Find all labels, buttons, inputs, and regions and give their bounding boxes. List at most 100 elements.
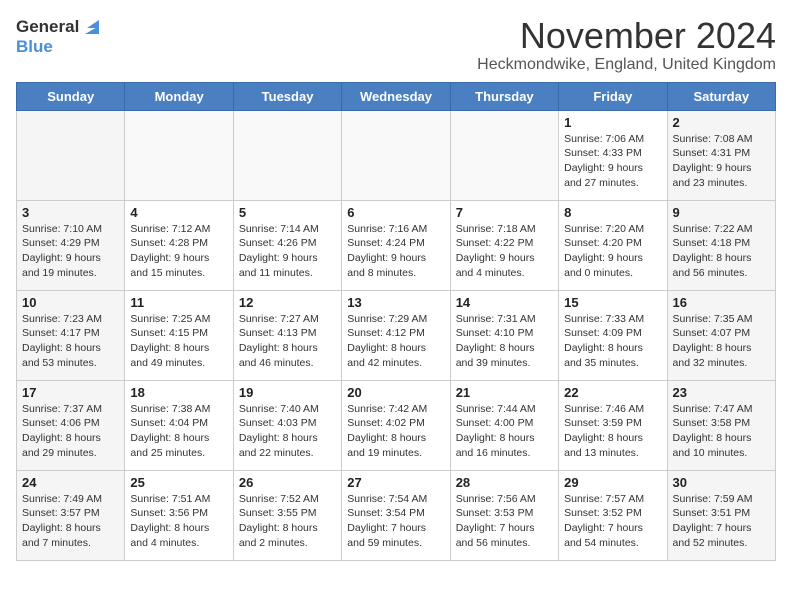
day-info: Sunrise: 7:16 AM Sunset: 4:24 PM Dayligh… <box>347 222 444 281</box>
calendar-cell: 19Sunrise: 7:40 AM Sunset: 4:03 PM Dayli… <box>233 380 341 470</box>
logo: General Blue <box>16 16 103 57</box>
calendar-cell: 20Sunrise: 7:42 AM Sunset: 4:02 PM Dayli… <box>342 380 450 470</box>
day-number: 19 <box>239 385 336 400</box>
day-info: Sunrise: 7:25 AM Sunset: 4:15 PM Dayligh… <box>130 312 227 371</box>
calendar-cell: 3 Sunrise: 7:10 AM Sunset: 4:29 PM Daylig… <box>17 200 125 290</box>
day-info: Sunrise: 7:49 AM Sunset: 3:57 PM Dayligh… <box>22 492 119 551</box>
day-info: Sunrise: 7:10 AM Sunset: 4:29 PM Dayligh… <box>22 222 119 281</box>
day-info: Sunrise: 7:29 AM Sunset: 4:12 PM Dayligh… <box>347 312 444 371</box>
calendar-cell <box>17 110 125 200</box>
day-info: Sunrise: 7:22 AM Sunset: 4:18 PM Dayligh… <box>673 222 770 281</box>
calendar-table: SundayMondayTuesdayWednesdayThursdayFrid… <box>16 82 776 561</box>
location: Heckmondwike, England, United Kingdom <box>477 56 776 74</box>
calendar-cell: 1 Sunrise: 7:06 AM Sunset: 4:33 PM Daylig… <box>559 110 667 200</box>
day-info: Sunrise: 7:59 AM Sunset: 3:51 PM Dayligh… <box>673 492 770 551</box>
weekday-header-tuesday: Tuesday <box>233 82 341 110</box>
month-title: November 2024 <box>477 16 776 56</box>
day-info: Sunrise: 7:18 AM Sunset: 4:22 PM Dayligh… <box>456 222 553 281</box>
day-number: 24 <box>22 475 119 490</box>
calendar-cell: 15 Sunrise: 7:33 AM Sunset: 4:09 PM Dayli… <box>559 290 667 380</box>
day-number: 17 <box>22 385 119 400</box>
calendar-cell: 24 Sunrise: 7:49 AM Sunset: 3:57 PM Dayli… <box>17 470 125 560</box>
title-block: November 2024 Heckmondwike, England, Uni… <box>477 16 776 74</box>
day-info: Sunrise: 7:27 AM Sunset: 4:13 PM Dayligh… <box>239 312 336 371</box>
day-number: 11 <box>130 295 227 310</box>
calendar-cell: 28Sunrise: 7:56 AM Sunset: 3:53 PM Dayli… <box>450 470 558 560</box>
day-info: Sunrise: 7:57 AM Sunset: 3:52 PM Dayligh… <box>564 492 661 551</box>
day-number: 9 <box>673 205 770 220</box>
day-number: 30 <box>673 475 770 490</box>
calendar-cell: 25Sunrise: 7:51 AM Sunset: 3:56 PM Dayli… <box>125 470 233 560</box>
logo-blue: Blue <box>16 38 103 57</box>
calendar-cell: 26 Sunrise: 7:52 AM Sunset: 3:55 PM Dayli… <box>233 470 341 560</box>
day-info: Sunrise: 7:14 AM Sunset: 4:26 PM Dayligh… <box>239 222 336 281</box>
calendar-cell: 16 Sunrise: 7:35 AM Sunset: 4:07 PM Dayli… <box>667 290 775 380</box>
weekday-header-friday: Friday <box>559 82 667 110</box>
day-info: Sunrise: 7:33 AM Sunset: 4:09 PM Dayligh… <box>564 312 661 371</box>
day-info: Sunrise: 7:12 AM Sunset: 4:28 PM Dayligh… <box>130 222 227 281</box>
calendar-cell: 10Sunrise: 7:23 AM Sunset: 4:17 PM Dayli… <box>17 290 125 380</box>
day-info: Sunrise: 7:46 AM Sunset: 3:59 PM Dayligh… <box>564 402 661 461</box>
calendar-cell: 11 Sunrise: 7:25 AM Sunset: 4:15 PM Dayli… <box>125 290 233 380</box>
day-number: 23 <box>673 385 770 400</box>
calendar-cell <box>342 110 450 200</box>
calendar-week-5: 24 Sunrise: 7:49 AM Sunset: 3:57 PM Dayli… <box>17 470 776 560</box>
day-number: 2 <box>673 115 770 130</box>
calendar-cell: 14 Sunrise: 7:31 AM Sunset: 4:10 PM Dayli… <box>450 290 558 380</box>
day-number: 3 <box>22 205 119 220</box>
calendar-cell: 2Sunrise: 7:08 AM Sunset: 4:31 PM Daylig… <box>667 110 775 200</box>
calendar-week-2: 3 Sunrise: 7:10 AM Sunset: 4:29 PM Daylig… <box>17 200 776 290</box>
calendar-cell: 12 Sunrise: 7:27 AM Sunset: 4:13 PM Dayli… <box>233 290 341 380</box>
day-number: 28 <box>456 475 553 490</box>
weekday-header-row: SundayMondayTuesdayWednesdayThursdayFrid… <box>17 82 776 110</box>
weekday-header-saturday: Saturday <box>667 82 775 110</box>
day-number: 12 <box>239 295 336 310</box>
day-info: Sunrise: 7:52 AM Sunset: 3:55 PM Dayligh… <box>239 492 336 551</box>
day-number: 7 <box>456 205 553 220</box>
day-info: Sunrise: 7:51 AM Sunset: 3:56 PM Dayligh… <box>130 492 227 551</box>
day-info: Sunrise: 7:42 AM Sunset: 4:02 PM Dayligh… <box>347 402 444 461</box>
day-number: 26 <box>239 475 336 490</box>
calendar-cell: 7 Sunrise: 7:18 AM Sunset: 4:22 PM Daylig… <box>450 200 558 290</box>
calendar-cell: 5Sunrise: 7:14 AM Sunset: 4:26 PM Daylig… <box>233 200 341 290</box>
day-number: 21 <box>456 385 553 400</box>
page-header: General Blue November 2024 Heckmondwike,… <box>16 16 776 74</box>
day-number: 8 <box>564 205 661 220</box>
calendar-week-3: 10Sunrise: 7:23 AM Sunset: 4:17 PM Dayli… <box>17 290 776 380</box>
calendar-cell: 4 Sunrise: 7:12 AM Sunset: 4:28 PM Daylig… <box>125 200 233 290</box>
day-info: Sunrise: 7:31 AM Sunset: 4:10 PM Dayligh… <box>456 312 553 371</box>
calendar-cell: 18 Sunrise: 7:38 AM Sunset: 4:04 PM Dayli… <box>125 380 233 470</box>
day-number: 4 <box>130 205 227 220</box>
day-number: 14 <box>456 295 553 310</box>
day-number: 13 <box>347 295 444 310</box>
day-number: 15 <box>564 295 661 310</box>
calendar-cell: 22 Sunrise: 7:46 AM Sunset: 3:59 PM Dayli… <box>559 380 667 470</box>
day-number: 16 <box>673 295 770 310</box>
calendar-cell: 9 Sunrise: 7:22 AM Sunset: 4:18 PM Daylig… <box>667 200 775 290</box>
calendar-cell: 29Sunrise: 7:57 AM Sunset: 3:52 PM Dayli… <box>559 470 667 560</box>
day-number: 27 <box>347 475 444 490</box>
day-info: Sunrise: 7:38 AM Sunset: 4:04 PM Dayligh… <box>130 402 227 461</box>
day-number: 1 <box>564 115 661 130</box>
weekday-header-sunday: Sunday <box>17 82 125 110</box>
calendar-cell: 30 Sunrise: 7:59 AM Sunset: 3:51 PM Dayli… <box>667 470 775 560</box>
calendar-cell <box>233 110 341 200</box>
day-number: 22 <box>564 385 661 400</box>
day-info: Sunrise: 7:54 AM Sunset: 3:54 PM Dayligh… <box>347 492 444 551</box>
day-info: Sunrise: 7:37 AM Sunset: 4:06 PM Dayligh… <box>22 402 119 461</box>
day-info: Sunrise: 7:20 AM Sunset: 4:20 PM Dayligh… <box>564 222 661 281</box>
calendar-cell: 13 Sunrise: 7:29 AM Sunset: 4:12 PM Dayli… <box>342 290 450 380</box>
day-info: Sunrise: 7:47 AM Sunset: 3:58 PM Dayligh… <box>673 402 770 461</box>
weekday-header-thursday: Thursday <box>450 82 558 110</box>
calendar-cell: 21 Sunrise: 7:44 AM Sunset: 4:00 PM Dayli… <box>450 380 558 470</box>
calendar-cell: 23 Sunrise: 7:47 AM Sunset: 3:58 PM Dayli… <box>667 380 775 470</box>
day-info: Sunrise: 7:06 AM Sunset: 4:33 PM Dayligh… <box>564 132 661 191</box>
day-info: Sunrise: 7:35 AM Sunset: 4:07 PM Dayligh… <box>673 312 770 371</box>
day-info: Sunrise: 7:44 AM Sunset: 4:00 PM Dayligh… <box>456 402 553 461</box>
calendar-cell: 17 Sunrise: 7:37 AM Sunset: 4:06 PM Dayli… <box>17 380 125 470</box>
weekday-header-monday: Monday <box>125 82 233 110</box>
calendar-cell <box>125 110 233 200</box>
day-number: 18 <box>130 385 227 400</box>
calendar-cell: 27 Sunrise: 7:54 AM Sunset: 3:54 PM Dayli… <box>342 470 450 560</box>
day-number: 10 <box>22 295 119 310</box>
